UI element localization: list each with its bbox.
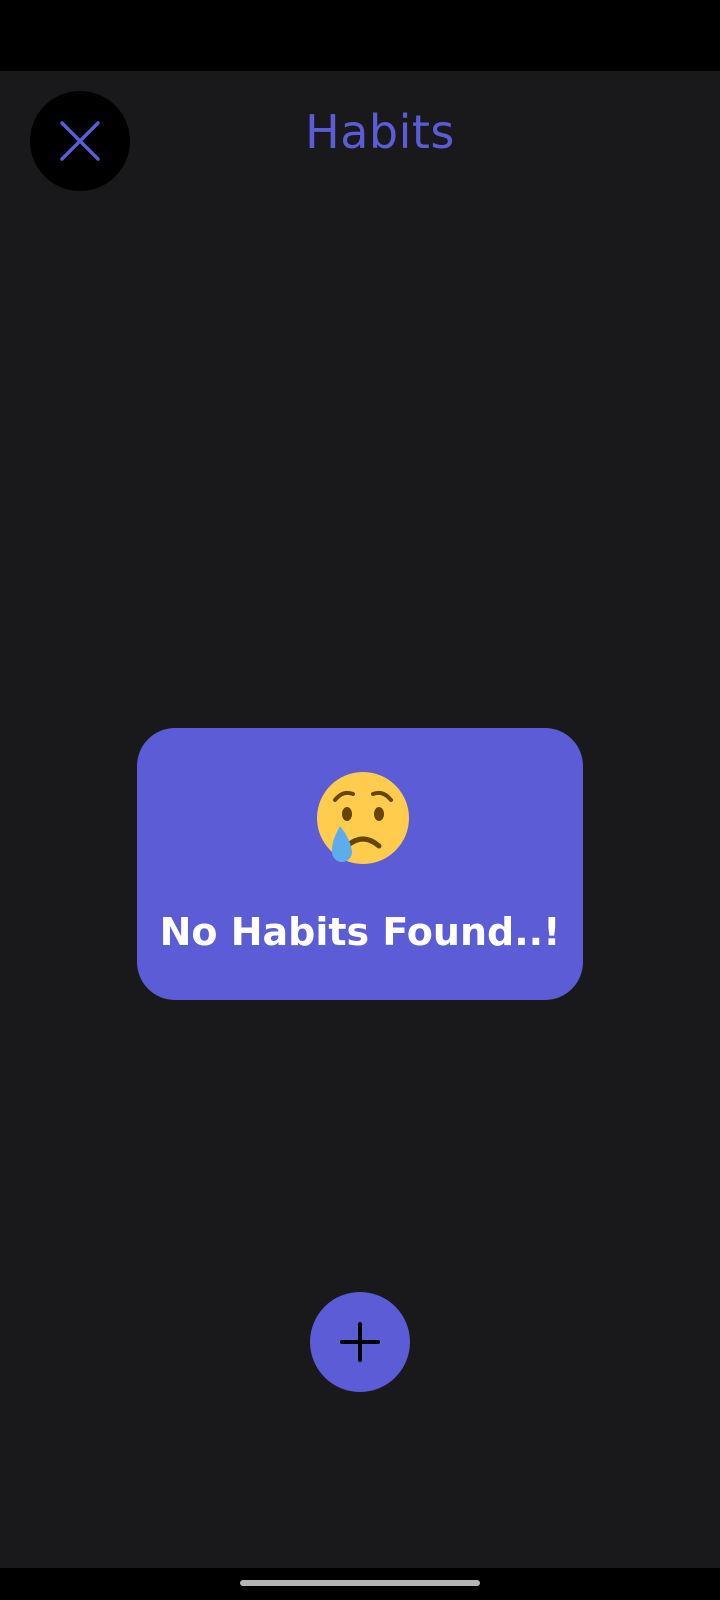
header: Habits <box>0 71 720 201</box>
page-title: Habits <box>305 105 455 159</box>
crying-face-icon <box>317 772 409 864</box>
home-indicator[interactable] <box>240 1580 480 1586</box>
add-habit-button[interactable] <box>310 1292 410 1392</box>
empty-state-card: No Habits Found..! <box>137 728 583 1000</box>
habits-screen: Habits No Habits Found..! <box>0 0 720 1600</box>
status-bar <box>0 0 720 71</box>
navigation-bar <box>0 1568 720 1600</box>
plus-icon <box>340 1322 380 1362</box>
empty-state-message: No Habits Found..! <box>159 910 561 954</box>
